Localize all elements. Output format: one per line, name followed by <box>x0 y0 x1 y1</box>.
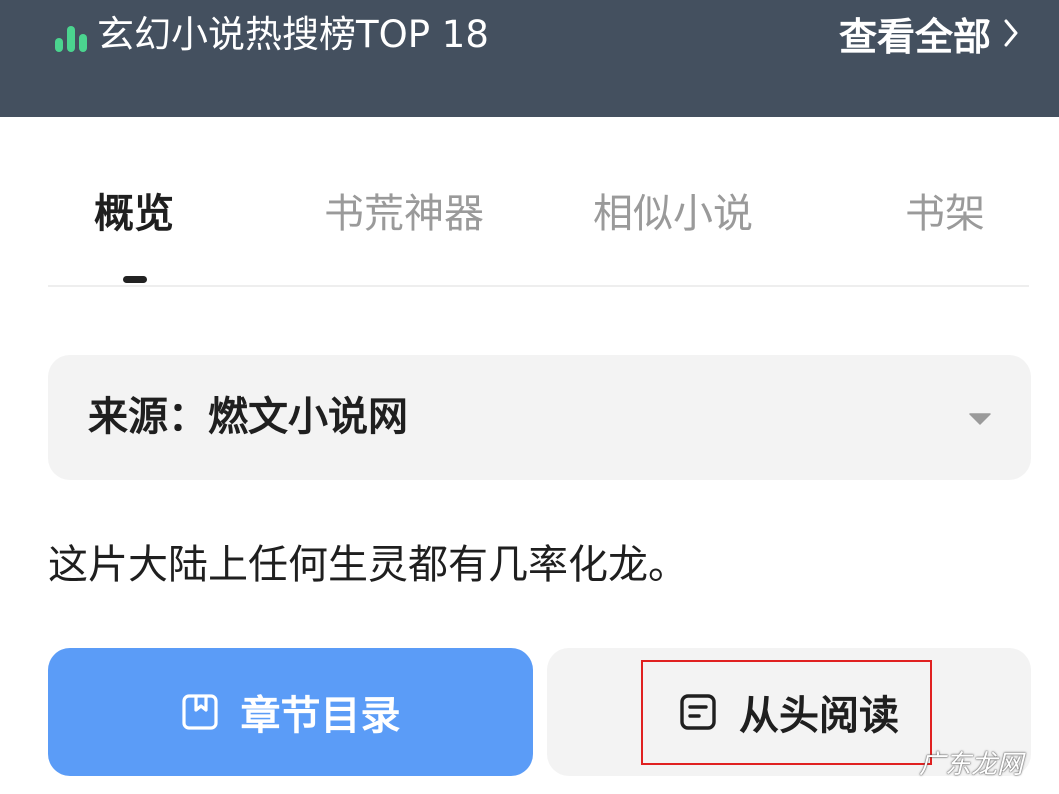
tab-book-finder[interactable]: 书荒神器 <box>324 187 484 241</box>
source-label: 来源：燃文小说网 <box>88 394 408 440</box>
tab-bookshelf[interactable]: 书架 <box>905 187 985 241</box>
document-icon <box>680 694 716 730</box>
bar-chart-icon <box>55 22 89 52</box>
chapter-list-button[interactable]: 章节目录 <box>48 648 533 776</box>
source-select[interactable]: 来源：燃文小说网 <box>48 355 1031 480</box>
active-tab-indicator <box>123 276 147 283</box>
watermark: 广东龙网 <box>918 750 1023 780</box>
book-description: 这片大陆上任何生灵都有几率化龙。 <box>48 542 688 588</box>
view-all-label: 查看全部 <box>838 14 991 59</box>
tab-similar-novels[interactable]: 相似小说 <box>593 187 753 241</box>
chevron-right-icon <box>1004 19 1018 47</box>
tab-bar: 概览 书荒神器 相似小说 书架 <box>48 175 1029 287</box>
caret-down-icon <box>969 413 991 425</box>
tab-overview[interactable]: 概览 <box>94 187 174 241</box>
chapter-list-label: 章节目录 <box>240 693 401 739</box>
ranking-title: 玄幻小说热搜榜TOP 18 <box>97 13 489 56</box>
view-all-link[interactable]: 查看全部 <box>838 8 1019 59</box>
bookmark-icon <box>181 694 218 730</box>
top-header: 玄幻小说热搜榜TOP 18 查看全部 <box>0 0 1059 117</box>
read-from-start-label: 从头阅读 <box>739 693 899 739</box>
